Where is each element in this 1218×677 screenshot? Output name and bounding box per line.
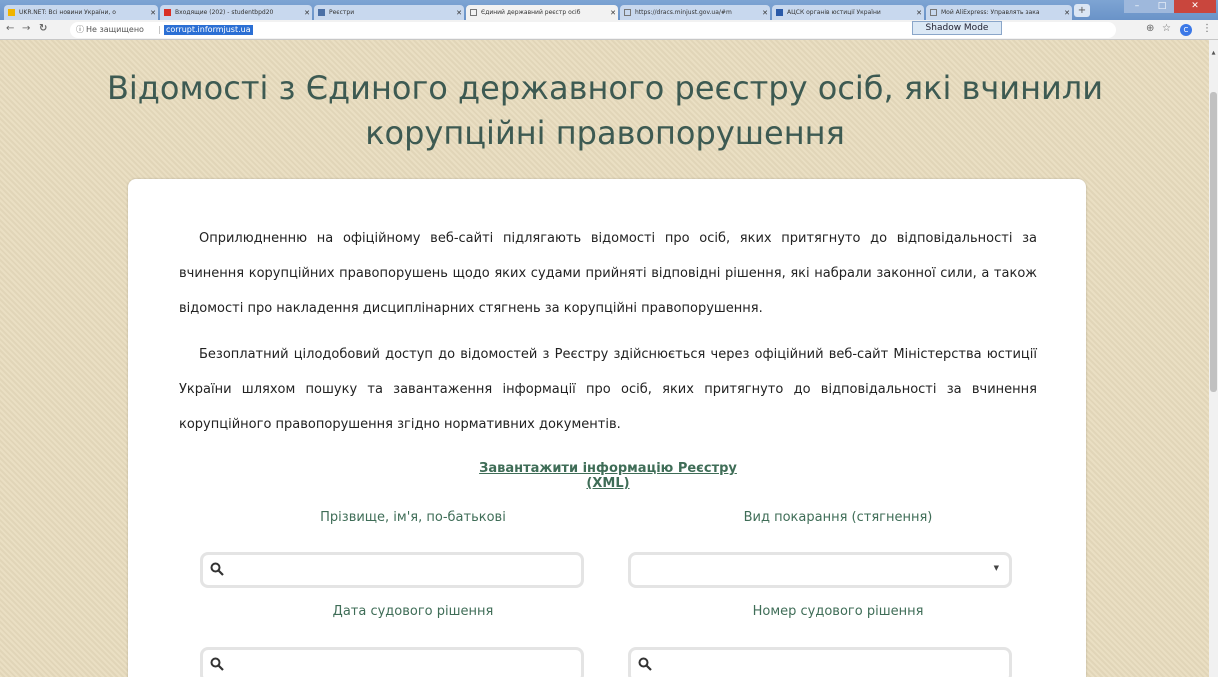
tab-active-registry[interactable]: Єдиний державний реєстр осіб ✕ <box>466 5 618 20</box>
punishment-select[interactable]: ▼ <box>628 552 1012 588</box>
content-card: Оприлюдненню на офіційному веб-сайті під… <box>128 179 1086 677</box>
scroll-thumb[interactable] <box>1210 92 1217 392</box>
name-field-label: Прізвище, ім'я, по-батькові <box>320 510 506 525</box>
name-search-input[interactable] <box>200 552 584 588</box>
close-icon[interactable]: ✕ <box>148 9 158 17</box>
page-viewport: Відомості з Єдиного державного реєстру о… <box>0 40 1209 677</box>
tab-ukrnet[interactable]: UKR.NET: Всі новини України, о ✕ <box>4 5 158 20</box>
star-icon[interactable]: ☆ <box>1162 23 1171 34</box>
page-favicon-icon <box>624 9 631 16</box>
close-icon[interactable]: ✕ <box>454 9 464 17</box>
intro-paragraph: Оприлюдненню на офіційному веб-сайті під… <box>179 231 1037 316</box>
acsk-favicon-icon <box>776 9 783 16</box>
shadow-mode-badge: Shadow Mode <box>912 21 1002 35</box>
page-title: Відомості з Єдиного державного реєстру о… <box>106 69 1104 152</box>
close-icon[interactable]: ✕ <box>760 9 770 17</box>
registry-favicon-icon <box>318 9 325 16</box>
url-text[interactable]: corrupt.informjust.ua <box>164 25 253 35</box>
close-icon[interactable]: ✕ <box>608 9 618 17</box>
scroll-up-arrow-icon[interactable]: ▲ <box>1210 50 1217 56</box>
back-arrow-icon[interactable]: ← <box>6 23 14 34</box>
close-icon[interactable]: ✕ <box>302 9 312 17</box>
tab-aliexpress[interactable]: Мой AliExpress: Управлять зака ✕ <box>926 5 1072 20</box>
date-field-label: Дата судового рішення <box>332 604 494 619</box>
number-field-label: Номер судового рішення <box>752 604 924 619</box>
zoom-icon[interactable]: ⊕ <box>1146 23 1154 34</box>
window-maximize-button[interactable]: □ <box>1150 0 1174 13</box>
reload-icon[interactable]: ↻ <box>39 23 47 34</box>
number-search-input[interactable] <box>628 647 1012 677</box>
separator: | <box>158 25 161 34</box>
close-icon[interactable]: ✕ <box>1062 9 1072 17</box>
download-xml-link[interactable]: Завантажити інформацію Реєстру (XML) <box>458 461 758 491</box>
profile-avatar[interactable]: C <box>1180 24 1192 36</box>
tab-registry[interactable]: Реєстри ✕ <box>314 5 464 20</box>
tab-strip: UKR.NET: Всі новини України, о ✕ Входящи… <box>0 0 1218 20</box>
page-favicon-icon <box>470 9 477 16</box>
page-favicon-icon <box>930 9 937 16</box>
address-bar: ← → ↻ ⓘ Не защищено | corrupt.informjust… <box>0 20 1218 40</box>
tab-gmail[interactable]: Входящие (202) - studentbpd20 ✕ <box>160 5 312 20</box>
new-tab-button[interactable]: + <box>1074 4 1090 17</box>
date-search-input[interactable] <box>200 647 584 677</box>
close-icon[interactable]: ✕ <box>914 9 924 17</box>
window-minimize-button[interactable]: – <box>1124 0 1150 13</box>
search-icon <box>210 657 224 671</box>
search-icon <box>638 657 652 671</box>
forward-arrow-icon[interactable]: → <box>22 23 30 34</box>
tab-title: Мой AliExpress: Управлять зака <box>941 9 1040 16</box>
ukrnet-favicon-icon <box>8 9 15 16</box>
tab-title: Входящие (202) - studentbpd20 <box>175 9 274 16</box>
tab-title: UKR.NET: Всі новини України, о <box>19 9 116 16</box>
security-label: Не защищено <box>86 25 144 34</box>
tab-title: https://dracs.minjust.gov.ua/#m <box>635 9 732 16</box>
tab-dracs[interactable]: https://dracs.minjust.gov.ua/#m ✕ <box>620 5 770 20</box>
tab-title: Єдиний державний реєстр осіб <box>481 9 581 16</box>
window-close-button[interactable]: ✕ <box>1174 0 1216 13</box>
gmail-favicon-icon <box>164 9 171 16</box>
tab-title: Реєстри <box>329 9 355 16</box>
chevron-down-icon: ▼ <box>993 564 999 572</box>
search-icon <box>210 562 224 576</box>
tab-acsk[interactable]: АЦСК органів юстиції України ✕ <box>772 5 924 20</box>
info-icon[interactable]: ⓘ <box>76 22 84 38</box>
punishment-field-label: Вид покарання (стягнення) <box>743 510 933 525</box>
menu-icon[interactable]: ⋮ <box>1202 23 1212 34</box>
tab-title: АЦСК органів юстиції України <box>787 9 881 16</box>
access-paragraph: Безоплатний цілодобовий доступ до відомо… <box>179 347 1037 432</box>
page-scrollbar[interactable]: ▲ <box>1209 40 1218 677</box>
